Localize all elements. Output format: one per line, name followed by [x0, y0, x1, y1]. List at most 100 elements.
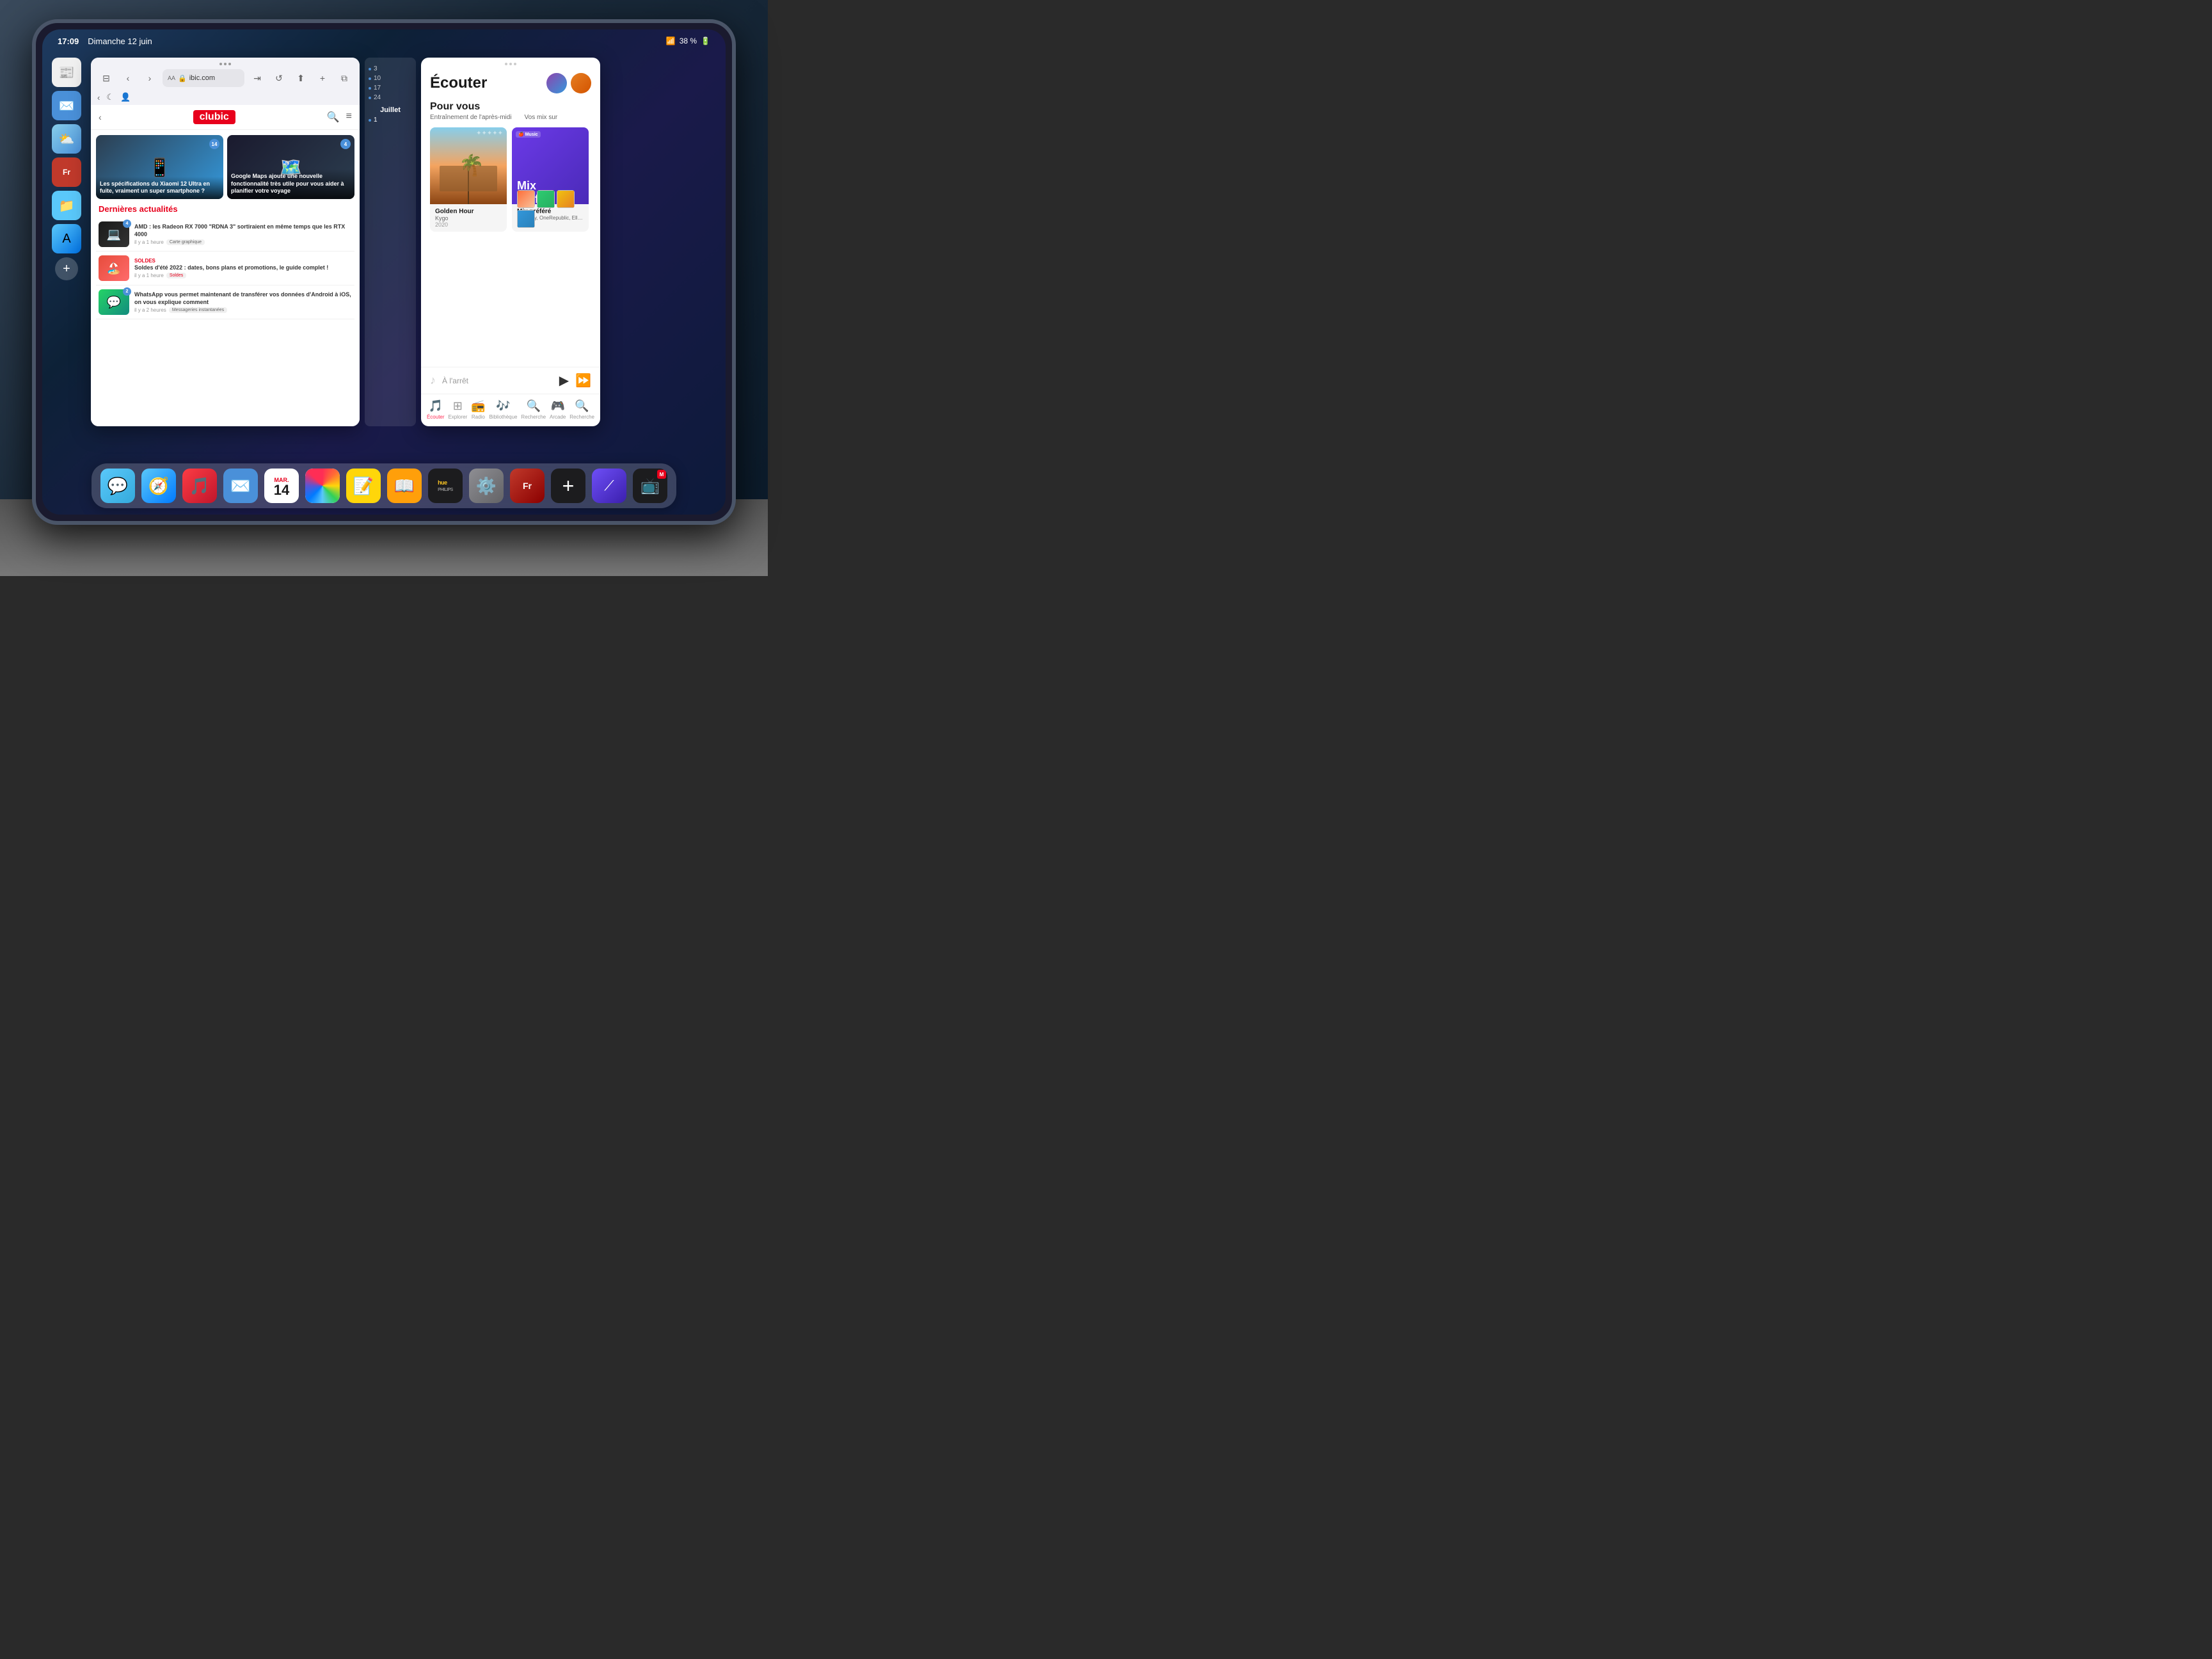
cal-dot-1: [369, 119, 371, 122]
nav-bibliotheque[interactable]: 🎶 Bibliothèque: [489, 399, 517, 420]
back-nav-icon[interactable]: ‹: [99, 112, 102, 122]
dock-linear[interactable]: ⟋: [592, 469, 626, 503]
dock: 💬 🧭 🎵 ✉️ MAR. 14 📝 📖 huePHILIPS ⚙️ Fr + …: [92, 463, 676, 508]
album-title-golden-hour: Golden Hour: [435, 208, 502, 215]
add-app-button[interactable]: +: [55, 257, 78, 280]
cal-day-3: 3: [369, 65, 412, 72]
search-icon[interactable]: 🔍: [327, 111, 340, 124]
nav-arcade[interactable]: 🎮 Arcade: [550, 399, 566, 420]
album-card-golden-hour[interactable]: ✦✦✦✦✦ Golden Hour Kygo 2020: [430, 127, 507, 232]
news-item-1[interactable]: 💻 4 AMD : les Radeon RX 7000 "RDNA 3" so…: [96, 218, 354, 252]
news-card-1-title: Les spécifications du Xiaomi 12 Ultra en…: [100, 180, 219, 195]
user-avatar-1[interactable]: [546, 73, 567, 93]
music-app-title: Écouter: [430, 74, 487, 92]
radio-label: Radio: [472, 414, 485, 420]
play-button[interactable]: ▶: [559, 373, 569, 389]
news-card-1[interactable]: 📱 Les spécifications du Xiaomi 12 Ultra …: [96, 135, 223, 199]
ecouter-label: Écouter: [427, 414, 445, 420]
dock-hue[interactable]: huePHILIPS: [428, 469, 463, 503]
dernières-actualités-title: Dernières actualités: [99, 204, 354, 214]
clubic-content: 📱 Les spécifications du Xiaomi 12 Ultra …: [91, 130, 360, 426]
cal-day-1: 1: [369, 116, 412, 124]
mix-thumbnail-2: [537, 190, 555, 208]
dock-photos[interactable]: [305, 469, 340, 503]
reader-mode-button[interactable]: 👤: [120, 92, 131, 102]
main-content: 📰 ✉️ ⛅ Fr 📁 A + ⊟ ‹: [42, 52, 726, 431]
battery-icon: 🔋: [701, 36, 710, 45]
dock-books[interactable]: 📖: [387, 469, 422, 503]
ipad-screen: 17:09 Dimanche 12 juin 📶 38 % 🔋 📰 ✉️ ⛅ F…: [42, 29, 726, 515]
url-bar[interactable]: AA 🔒 ibic.com: [163, 69, 244, 87]
prev-tab-button[interactable]: ‹: [97, 93, 100, 102]
sidebar-toggle-button[interactable]: ⊟: [97, 69, 115, 87]
news-item-2[interactable]: 🏖️ SOLDES Soldes d'été 2022 : dates, bon…: [96, 252, 354, 285]
tabs-button[interactable]: ⧉: [335, 69, 353, 87]
dock-multistore[interactable]: 📺 M: [633, 469, 667, 503]
news-item-3-info: WhatsApp vous permet maintenant de trans…: [134, 291, 352, 313]
radio-icon: 📻: [471, 399, 485, 413]
share-button[interactable]: ⬆: [292, 69, 310, 87]
dock-notes[interactable]: 📝: [346, 469, 381, 503]
nav-recherche2[interactable]: 🔍 Recherche: [569, 399, 594, 420]
music-header: Écouter: [421, 70, 600, 99]
reload-button[interactable]: ↺: [270, 69, 288, 87]
explorer-icon: ⊞: [453, 399, 463, 413]
mail-app-icon[interactable]: ✉️: [52, 91, 81, 120]
add-tab-button[interactable]: +: [314, 69, 331, 87]
forward-button[interactable]: ›: [141, 69, 159, 87]
appstore-app-icon[interactable]: A: [52, 224, 81, 253]
clubic-logo: clubic: [193, 110, 235, 124]
window-dot-1: [219, 63, 222, 65]
menu-icon[interactable]: ≡: [346, 111, 352, 124]
dock-music[interactable]: 🎵: [182, 469, 217, 503]
news-item-3[interactable]: 💬 2 WhatsApp vous permet maintenant de t…: [96, 285, 354, 319]
palm-tree-decoration: [468, 166, 469, 204]
music-note-icon: ♪: [430, 374, 436, 387]
dock-safari[interactable]: 🧭: [141, 469, 176, 503]
album-art-mix: 🍎Music Mixpréf: [512, 127, 589, 204]
night-mode-button[interactable]: ☾: [106, 92, 114, 102]
dock-calendar[interactable]: MAR. 14: [264, 469, 299, 503]
album-artist-golden-hour: Kygo: [435, 215, 502, 221]
album-card-mix[interactable]: 🍎Music Mixpréf: [512, 127, 589, 232]
photos-gradient: [305, 469, 340, 503]
news-card-2[interactable]: 🗺️ Google Maps ajoute une nouvelle fonct…: [227, 135, 354, 199]
news-item-1-info: AMD : les Radeon RX 7000 "RDNA 3" sortir…: [134, 223, 352, 245]
news-cards-grid: 📱 Les spécifications du Xiaomi 12 Ultra …: [96, 135, 354, 199]
news-app-icon[interactable]: 📰: [52, 58, 81, 87]
status-date: Dimanche 12 juin: [88, 36, 152, 46]
news-item-3-tag: Messageries instantanées: [169, 307, 227, 313]
album-info-golden-hour: Golden Hour Kygo 2020: [430, 204, 507, 232]
window-dot-3: [228, 63, 231, 65]
music-dot-2: [509, 63, 512, 65]
music-albums-row: ✦✦✦✦✦ Golden Hour Kygo 2020 🍎Music: [421, 125, 600, 234]
left-app-panel: 📰 ✉️ ⛅ Fr 📁 A +: [47, 58, 86, 426]
music-subsection-2: Vos mix sur: [525, 114, 558, 121]
dock-calendar-day: 14: [274, 483, 289, 497]
news-card-1-overlay: Les spécifications du Xiaomi 12 Ultra en…: [96, 177, 223, 199]
dock-french[interactable]: Fr: [510, 469, 545, 503]
news-item-1-thumb: 💻 4: [99, 221, 129, 247]
recherche-music-icon: 🔍: [527, 399, 541, 413]
dock-messages[interactable]: 💬: [100, 469, 135, 503]
back-button[interactable]: ‹: [119, 69, 137, 87]
arcade-label: Arcade: [550, 414, 566, 420]
fast-forward-button[interactable]: ⏩: [575, 373, 591, 389]
news-item-2-time: il y a 1 heure: [134, 273, 164, 278]
user-avatar-2[interactable]: [571, 73, 591, 93]
dock-settings[interactable]: ⚙️: [469, 469, 504, 503]
open-new-button[interactable]: ⇥: [248, 69, 266, 87]
files-app-icon[interactable]: 📁: [52, 191, 81, 220]
nav-explorer[interactable]: ⊞ Explorer: [448, 399, 467, 420]
cal-day-17: 17: [369, 84, 412, 92]
french-app-icon[interactable]: Fr: [52, 157, 81, 187]
news-item-3-thumb: 💬 2: [99, 289, 129, 315]
hue-label: huePHILIPS: [438, 479, 453, 492]
nav-ecouter[interactable]: 🎵 Écouter: [427, 399, 445, 420]
dock-plus[interactable]: +: [551, 469, 585, 503]
nav-recherche-music[interactable]: 🔍 Recherche: [521, 399, 546, 420]
calendar-panel: 3 10 17 24 Juillet 1: [365, 58, 416, 426]
weather-app-icon[interactable]: ⛅: [52, 124, 81, 154]
dock-mail[interactable]: ✉️: [223, 469, 258, 503]
nav-radio[interactable]: 📻 Radio: [471, 399, 485, 420]
